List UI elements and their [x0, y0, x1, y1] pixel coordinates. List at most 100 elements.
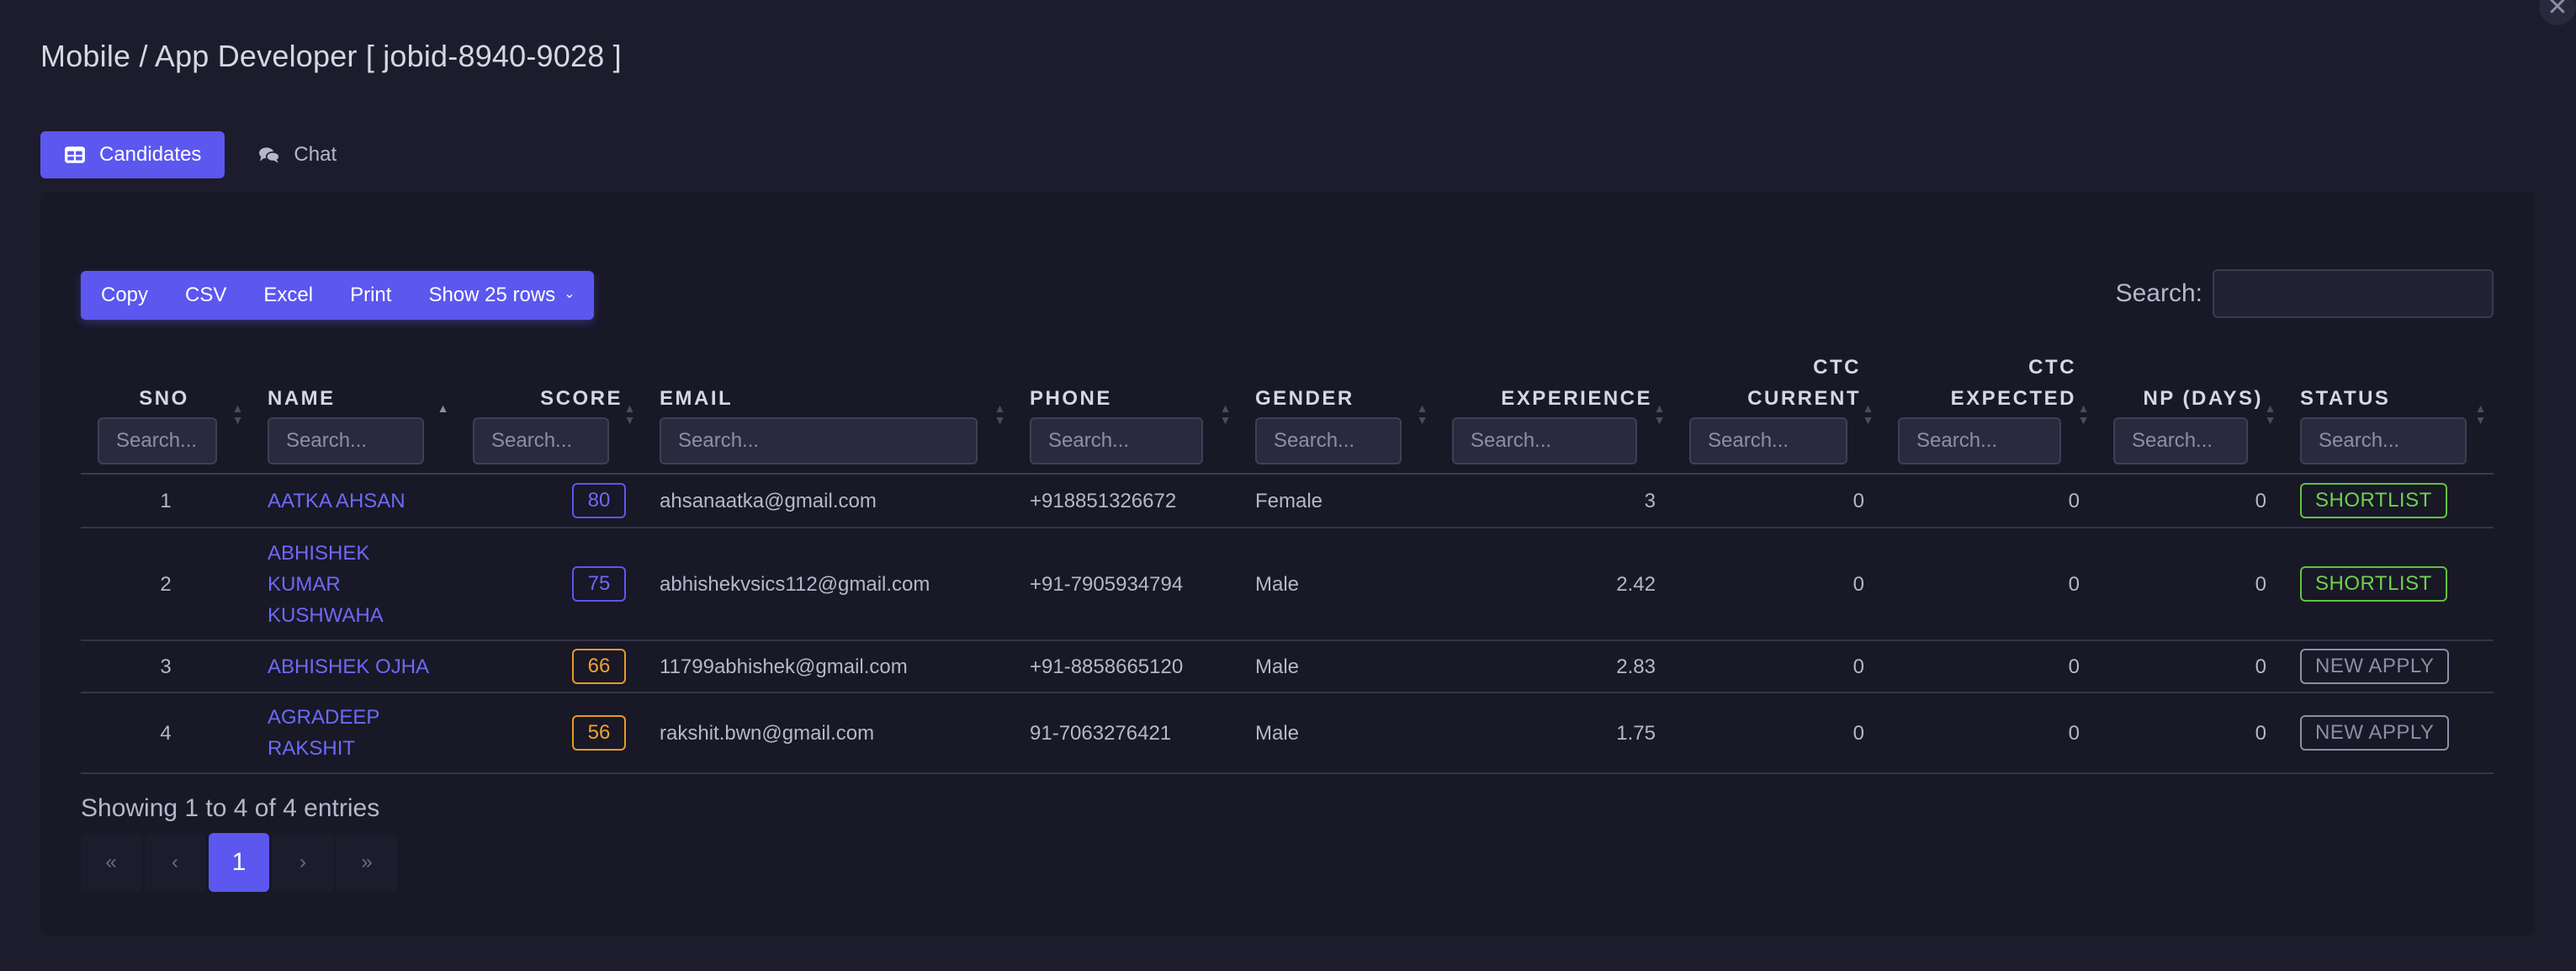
cell-email: rakshit.bwn@gmail.com	[643, 692, 1013, 774]
cell-gender: Male	[1238, 528, 1435, 641]
sort-icon: ▲ ▼	[1862, 401, 1876, 427]
column-label-line1: CTC	[2028, 356, 2076, 379]
cell-status: SHORTLIST	[2283, 528, 2494, 641]
sort-icon: ▲ ▼	[2474, 401, 2489, 427]
column-header-name[interactable]: NAME ▲▼	[251, 352, 456, 475]
column-header-score[interactable]: SCORE ▲ ▼	[456, 352, 643, 475]
column-label: EMAIL	[660, 387, 734, 410]
tab-chat[interactable]: Chat	[235, 131, 360, 178]
next-page-button[interactable]: ›	[273, 833, 333, 892]
cell-name: AGRADEEP RAKSHIT	[251, 692, 456, 774]
cell-email: 11799abhishek@gmail.com	[643, 640, 1013, 693]
print-button[interactable]: Print	[331, 271, 410, 320]
chevron-down-icon: ⌄	[564, 287, 575, 301]
filter-input-name[interactable]	[268, 417, 424, 464]
cell-status: NEW APPLY	[2283, 640, 2494, 693]
cell-experience: 2.42	[1435, 528, 1672, 641]
table-row: 2 ABHISHEK KUMAR KUSHWAHA 75 abhishekvsics…	[81, 528, 2494, 641]
sort-icon: ▲ ▼	[1219, 401, 1233, 427]
show-rows-label: Show 25 rows	[428, 284, 556, 306]
status-badge[interactable]: SHORTLIST	[2300, 483, 2447, 518]
cell-sno: 4	[81, 692, 251, 774]
filter-input-sno[interactable]	[98, 417, 217, 464]
column-label: EXPERIENCE	[1501, 387, 1652, 410]
column-label-line1: CTC	[1813, 356, 1861, 379]
column-label: GENDER	[1255, 387, 1354, 410]
prev-page-button[interactable]: ‹	[145, 833, 205, 892]
candidate-name-link[interactable]: AGRADEEP RAKSHIT	[268, 706, 379, 760]
column-header-np-days[interactable]: NP (DAYS) ▲ ▼	[2096, 352, 2283, 475]
status-badge[interactable]: SHORTLIST	[2300, 566, 2447, 602]
copy-button[interactable]: Copy	[81, 271, 167, 320]
score-badge: 80	[572, 483, 626, 518]
filter-input-ctc-expected[interactable]	[1898, 417, 2061, 464]
column-label: PHONE	[1030, 387, 1112, 410]
close-button[interactable]: ✕	[2539, 0, 2576, 25]
filter-input-ctc-current[interactable]	[1689, 417, 1847, 464]
show-rows-dropdown[interactable]: Show 25 rows ⌄	[410, 271, 593, 320]
cell-ctc-expected: 0	[1881, 474, 2096, 528]
cell-status: SHORTLIST	[2283, 474, 2494, 528]
table-icon	[65, 146, 85, 163]
filter-input-phone[interactable]	[1030, 417, 1203, 464]
cell-ctc-current: 0	[1672, 640, 1881, 693]
cell-experience: 2.83	[1435, 640, 1672, 693]
export-button-group: Copy CSV Excel Print Show 25 rows ⌄	[81, 271, 594, 320]
filter-input-experience[interactable]	[1452, 417, 1637, 464]
filter-input-status[interactable]	[2300, 417, 2467, 464]
column-header-ctc-current[interactable]: CTC CURRENT ▲ ▼	[1672, 352, 1881, 475]
status-badge[interactable]: NEW APPLY	[2300, 649, 2450, 684]
cell-name: ABHISHEK KUMAR KUSHWAHA	[251, 528, 456, 641]
column-header-gender[interactable]: GENDER ▲ ▼	[1238, 352, 1435, 475]
column-header-status[interactable]: STATUS ▲ ▼	[2283, 352, 2494, 475]
tab-candidates[interactable]: Candidates	[40, 131, 225, 178]
sort-icon: ▲ ▼	[623, 401, 638, 427]
column-label: SCORE	[540, 387, 623, 410]
column-label: STATUS	[2300, 387, 2391, 410]
cell-ctc-current: 0	[1672, 474, 1881, 528]
cell-ctc-current: 0	[1672, 528, 1881, 641]
csv-button[interactable]: CSV	[167, 271, 245, 320]
column-header-ctc-expected[interactable]: CTC EXPECTED ▲ ▼	[1881, 352, 2096, 475]
excel-button[interactable]: Excel	[245, 271, 331, 320]
candidate-name-link[interactable]: AATKA AHSAN	[268, 490, 405, 512]
filter-input-score[interactable]	[473, 417, 609, 464]
cell-ctc-expected: 0	[1881, 528, 2096, 641]
cell-np-days: 0	[2096, 640, 2283, 693]
filter-input-np-days[interactable]	[2113, 417, 2248, 464]
cell-name: AATKA AHSAN	[251, 474, 456, 528]
page-1-button[interactable]: 1	[209, 833, 269, 892]
sort-icon: ▲ ▼	[231, 401, 246, 427]
cell-sno: 3	[81, 640, 251, 693]
status-badge[interactable]: NEW APPLY	[2300, 715, 2450, 751]
tab-bar: Candidates Chat	[40, 131, 360, 178]
sort-icon: ▲ ▼	[2077, 401, 2091, 427]
cell-gender: Female	[1238, 474, 1435, 528]
candidate-name-link[interactable]: ABHISHEK OJHA	[268, 655, 429, 678]
cell-experience: 1.75	[1435, 692, 1672, 774]
first-page-button[interactable]: «	[81, 833, 141, 892]
cell-phone: +91-8858665120	[1013, 640, 1238, 693]
cell-name: ABHISHEK OJHA	[251, 640, 456, 693]
search-label: Search:	[2115, 279, 2202, 307]
cell-gender: Male	[1238, 640, 1435, 693]
filter-input-email[interactable]	[660, 417, 978, 464]
cell-sno: 2	[81, 528, 251, 641]
filter-input-gender[interactable]	[1255, 417, 1402, 464]
column-label: NP (DAYS)	[2143, 387, 2263, 410]
sort-icon: ▲ ▼	[994, 401, 1008, 427]
column-header-email[interactable]: EMAIL ▲ ▼	[643, 352, 1013, 475]
column-header-phone[interactable]: PHONE ▲ ▼	[1013, 352, 1238, 475]
sort-icon: ▲ ▼	[1416, 401, 1430, 427]
pagination: « ‹ 1 › »	[81, 833, 397, 892]
search-input[interactable]	[2213, 269, 2494, 318]
last-page-button[interactable]: »	[337, 833, 397, 892]
cell-score: 56	[456, 692, 643, 774]
cell-phone: 91-7063276421	[1013, 692, 1238, 774]
column-header-experience[interactable]: EXPERIENCE ▲ ▼	[1435, 352, 1672, 475]
column-header-sno[interactable]: SNO ▲ ▼	[81, 352, 251, 475]
cell-np-days: 0	[2096, 528, 2283, 641]
page-title: Mobile / App Developer [ jobid-8940-9028…	[40, 39, 622, 73]
cell-email: ahsanaatka@gmail.com	[643, 474, 1013, 528]
candidate-name-link[interactable]: ABHISHEK KUMAR KUSHWAHA	[268, 542, 384, 627]
